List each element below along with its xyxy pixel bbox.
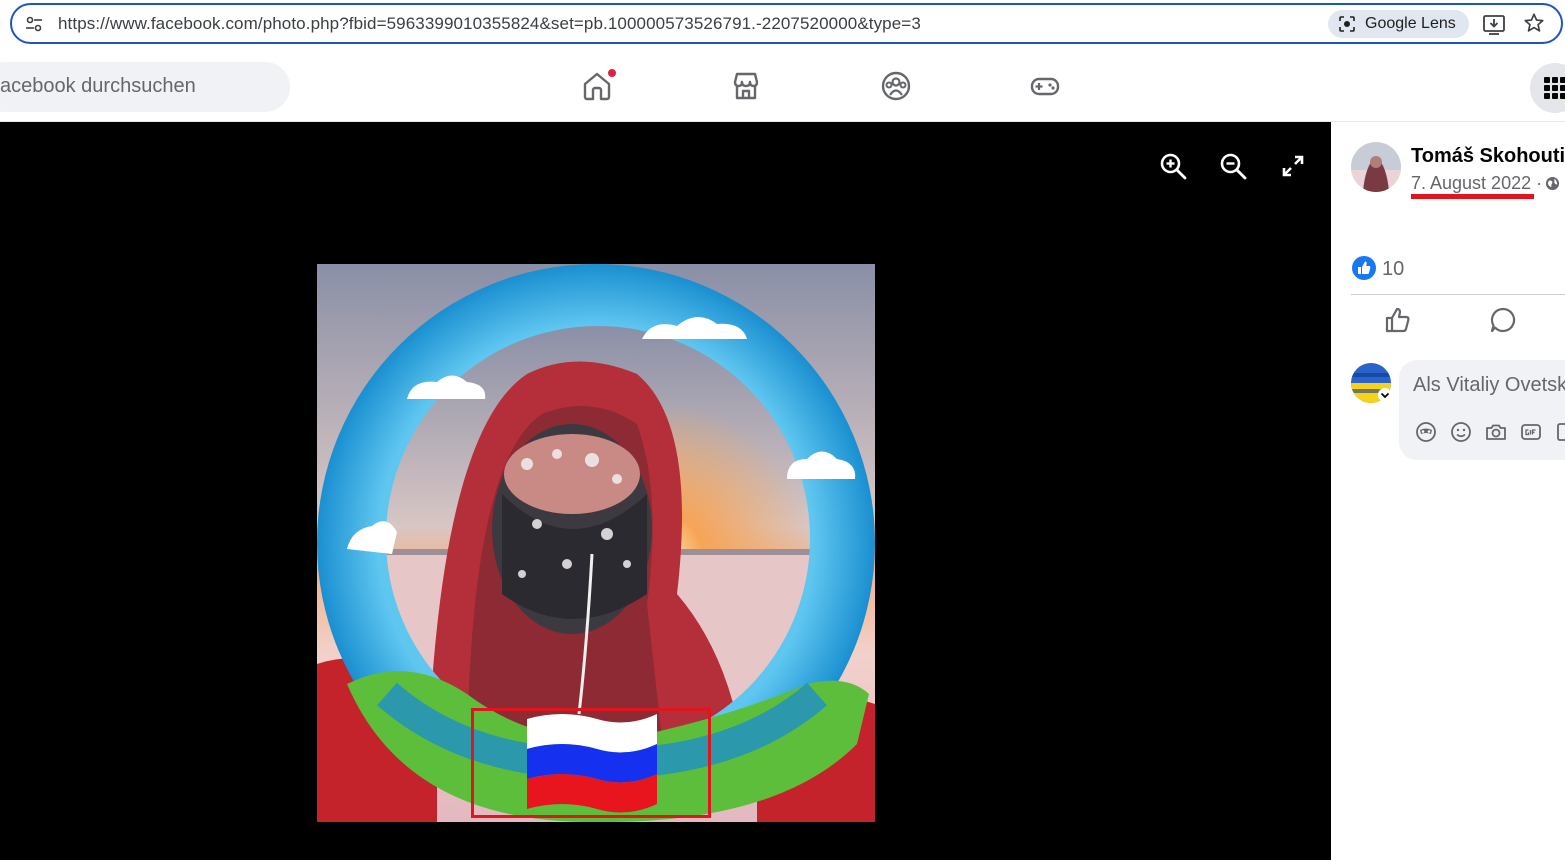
post-date[interactable]: 7. August 2022 · [1411,173,1542,194]
like-button-icon[interactable] [1384,306,1412,334]
site-info-icon[interactable] [24,14,44,34]
chevron-down-icon[interactable] [1378,388,1392,402]
author-avatar[interactable] [1351,142,1401,192]
photo-viewer [0,122,1331,860]
gaming-icon[interactable] [1029,70,1061,102]
google-lens-label: Google Lens [1365,15,1456,32]
comment-button-icon[interactable] [1489,306,1517,334]
like-reaction-icon[interactable] [1352,256,1376,280]
menu-grid-icon [1544,77,1565,99]
facebook-top-nav: acebook durchsuchen [0,50,1565,122]
post-date-text[interactable]: 7. August 2022 [1411,173,1531,193]
fullscreen-icon[interactable] [1281,154,1305,178]
divider [1351,294,1565,295]
groups-icon[interactable] [880,70,912,102]
home-notification-dot [607,68,617,78]
zoom-in-icon[interactable] [1159,152,1187,180]
camera-icon[interactable] [1485,421,1507,443]
emoji-icon[interactable] [1450,421,1472,443]
omnibox[interactable]: https://www.facebook.com/photo.php?fbid=… [10,3,1563,44]
flag-highlight-box [471,708,711,818]
url-text[interactable]: https://www.facebook.com/photo.php?fbid=… [58,14,921,34]
author-avatar-image [1351,142,1401,192]
facebook-search[interactable]: acebook durchsuchen [0,62,290,112]
bookmark-star-icon[interactable] [1523,12,1545,34]
avatar-sticker-icon[interactable] [1415,421,1437,443]
search-placeholder: acebook durchsuchen [0,75,196,97]
sticker-icon[interactable] [1555,421,1565,443]
date-separator: · [1536,173,1543,193]
google-lens-button[interactable]: Google Lens [1328,10,1469,38]
date-highlight-underline [1411,194,1534,199]
google-lens-icon [1339,16,1355,32]
post-author[interactable]: Tomáš Skohoutil [1411,145,1565,168]
gif-icon[interactable] [1520,421,1542,443]
install-app-icon[interactable] [1482,13,1506,35]
globe-icon [1545,176,1560,191]
marketplace-icon[interactable] [730,70,762,102]
like-count[interactable]: 10 [1382,258,1404,281]
comment-placeholder: Als Vitaliy Ovetsky [1413,374,1565,396]
comment-input[interactable]: Als Vitaliy Ovetsky [1399,360,1565,460]
browser-address-bar: https://www.facebook.com/photo.php?fbid=… [0,0,1565,50]
zoom-out-icon[interactable] [1219,152,1247,180]
menu-button[interactable] [1530,63,1565,113]
post-details-panel: Tomáš Skohoutil 7. August 2022 · 10 Als … [1331,122,1565,860]
